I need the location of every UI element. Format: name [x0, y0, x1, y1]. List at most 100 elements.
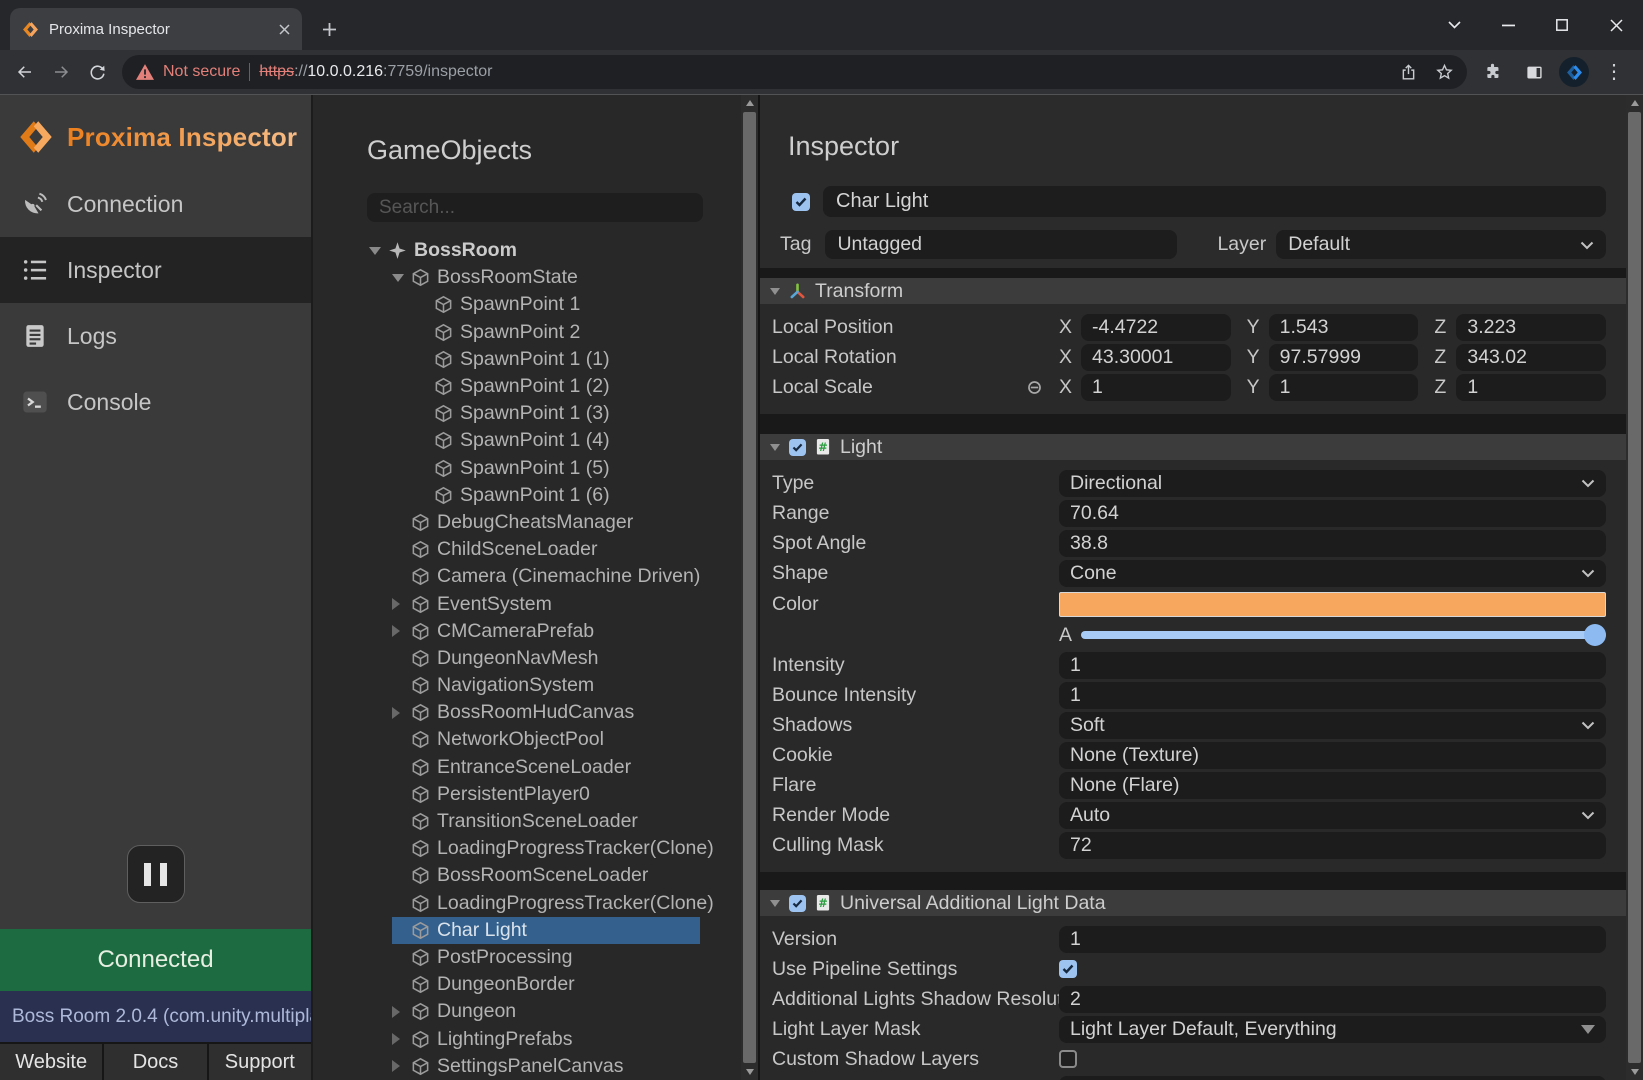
expander-icon[interactable] [392, 625, 409, 637]
tree-item-spawnpoint-1-6[interactable]: SpawnPoint 1 (6) [313, 482, 741, 509]
local-rotation-y-field[interactable]: 97.57999 [1269, 344, 1419, 371]
component-enabled-checkbox[interactable] [789, 439, 806, 456]
new-tab-button[interactable] [312, 12, 346, 46]
transform-section-header[interactable]: Transform [760, 278, 1626, 304]
sidebar-item-connection[interactable]: Connection [0, 171, 311, 237]
tree-item-loadingprogresstracker-clone[interactable]: LoadingProgressTracker(Clone) [313, 835, 741, 862]
expander-icon[interactable] [392, 707, 409, 719]
tree-item-cmcameraprefab[interactable]: CMCameraPrefab [313, 618, 741, 645]
tree-item-bossroom[interactable]: BossRoom [313, 237, 741, 264]
tree-item-spawnpoint-1-4[interactable]: SpawnPoint 1 (4) [313, 427, 741, 454]
color-swatch[interactable] [1059, 592, 1606, 617]
tree-item-bossroomsceneloader[interactable]: BossRoomSceneLoader [313, 862, 741, 889]
expander-icon[interactable] [392, 598, 409, 610]
range-field[interactable]: 70.64 [1059, 500, 1606, 527]
website-link[interactable]: Website [0, 1044, 104, 1080]
bookmark-star-icon[interactable] [1429, 57, 1459, 87]
tree-item-dungeon[interactable]: Dungeon [313, 998, 741, 1025]
tree-item-navigationsystem[interactable]: NavigationSystem [313, 672, 741, 699]
collapse-icon[interactable] [770, 288, 780, 295]
local-scale-z-field[interactable]: 1 [1456, 374, 1606, 401]
render-mode-dropdown[interactable]: Auto [1059, 802, 1606, 829]
alpha-slider[interactable] [1081, 624, 1606, 646]
side-panel-icon[interactable] [1517, 55, 1551, 89]
tree-item-transitionsceneloader[interactable]: TransitionSceneLoader [313, 808, 741, 835]
shadow-layer-mask-dropdown[interactable]: Light Layer Default, Everything [1059, 1076, 1606, 1080]
expander-icon[interactable] [392, 274, 409, 282]
back-icon[interactable] [8, 55, 42, 89]
enabled-checkbox[interactable] [792, 193, 810, 211]
collapse-icon[interactable] [770, 444, 780, 451]
extensions-icon[interactable] [1475, 55, 1509, 89]
url-bar[interactable]: Not secure https://10.0.0.216:7759/inspe… [122, 55, 1467, 89]
tree-item-postprocessing[interactable]: PostProcessing [313, 944, 741, 971]
light-layer-mask-dropdown[interactable]: Light Layer Default, Everything [1059, 1016, 1606, 1043]
culling-mask-field[interactable]: 72 [1059, 832, 1606, 859]
close-window-button[interactable] [1589, 0, 1643, 50]
browser-menu-icon[interactable]: ⋮ [1597, 55, 1631, 89]
tree-item-childsceneloader[interactable]: ChildSceneLoader [313, 536, 741, 563]
maximize-button[interactable] [1535, 0, 1589, 50]
tree-item-lightingprefabs[interactable]: LightingPrefabs [313, 1025, 741, 1052]
scrollbar-thumb[interactable] [743, 112, 756, 1063]
additional-lights-shadow-resoluti-field[interactable]: 2 [1059, 986, 1606, 1013]
tree-item-bossroomhudcanvas[interactable]: BossRoomHudCanvas [313, 699, 741, 726]
reload-icon[interactable] [80, 55, 114, 89]
tree-item-spawnpoint-1[interactable]: SpawnPoint 1 [313, 291, 741, 318]
component-enabled-checkbox[interactable] [789, 895, 806, 912]
browser-tab[interactable]: Proxima Inspector [10, 8, 302, 50]
profile-avatar[interactable] [1559, 57, 1589, 87]
scroll-down-icon[interactable] [741, 1064, 758, 1080]
bounce-intensity-field[interactable]: 1 [1059, 682, 1606, 709]
slider-thumb[interactable] [1584, 624, 1606, 646]
local-scale-y-field[interactable]: 1 [1269, 374, 1419, 401]
inspector-scrollbar[interactable] [1626, 95, 1643, 1080]
expander-icon[interactable] [369, 247, 386, 255]
name-field[interactable]: Char Light [823, 186, 1606, 217]
support-link[interactable]: Support [209, 1044, 311, 1080]
local-rotation-x-field[interactable]: 43.30001 [1081, 344, 1231, 371]
pause-button[interactable] [127, 845, 185, 903]
expander-icon[interactable] [392, 1033, 409, 1045]
shape-dropdown[interactable]: Cone [1059, 560, 1606, 587]
tree-item-spawnpoint-2[interactable]: SpawnPoint 2 [313, 319, 741, 346]
local-position-y-field[interactable]: 1.543 [1269, 314, 1419, 341]
tree-item-persistentplayer0[interactable]: PersistentPlayer0 [313, 781, 741, 808]
intensity-field[interactable]: 1 [1059, 652, 1606, 679]
sidebar-item-inspector[interactable]: Inspector [0, 237, 311, 303]
link-icon[interactable] [1026, 379, 1043, 396]
expander-icon[interactable] [392, 1006, 409, 1018]
local-position-x-field[interactable]: -4.4722 [1081, 314, 1231, 341]
cookie-field[interactable]: None (Texture) [1059, 742, 1606, 769]
tree-item-eventsystem[interactable]: EventSystem [313, 590, 741, 617]
tree-item-settingspanelcanvas[interactable]: SettingsPanelCanvas [313, 1053, 741, 1080]
tab-search-icon[interactable] [1427, 0, 1481, 50]
docs-link[interactable]: Docs [104, 1044, 208, 1080]
universal-section-header[interactable]: # Universal Additional Light Data [760, 890, 1626, 916]
sidebar-item-console[interactable]: Console [0, 369, 311, 435]
tree-item-spawnpoint-1-3[interactable]: SpawnPoint 1 (3) [313, 400, 741, 427]
flare-field[interactable]: None (Flare) [1059, 772, 1606, 799]
local-scale-x-field[interactable]: 1 [1081, 374, 1231, 401]
forward-icon[interactable] [44, 55, 78, 89]
tree-item-dungeonborder[interactable]: DungeonBorder [313, 971, 741, 998]
collapse-icon[interactable] [770, 900, 780, 907]
tree-item-spawnpoint-1-2[interactable]: SpawnPoint 1 (2) [313, 373, 741, 400]
scroll-up-icon[interactable] [1626, 95, 1643, 111]
share-icon[interactable] [1393, 57, 1423, 87]
tree-item-debugcheatsmanager[interactable]: DebugCheatsManager [313, 509, 741, 536]
custom-shadow-layers-checkbox[interactable] [1059, 1050, 1077, 1068]
version-field[interactable]: 1 [1059, 926, 1606, 953]
tree-item-loadingprogresstracker-clone[interactable]: LoadingProgressTracker(Clone) [313, 890, 741, 917]
layer-dropdown[interactable]: Default [1276, 230, 1606, 259]
scroll-up-icon[interactable] [741, 95, 758, 111]
use-pipeline-settings-checkbox[interactable] [1059, 960, 1077, 978]
tab-close-icon[interactable] [279, 24, 290, 35]
tag-field[interactable]: Untagged [825, 230, 1177, 259]
tree-item-camera-cinemachine-driven[interactable]: Camera (Cinemachine Driven) [313, 563, 741, 590]
local-position-z-field[interactable]: 3.223 [1456, 314, 1606, 341]
tree-item-bossroomstate[interactable]: BossRoomState [313, 264, 741, 291]
gameobjects-scrollbar[interactable] [741, 95, 758, 1080]
tree-item-spawnpoint-1-5[interactable]: SpawnPoint 1 (5) [313, 455, 741, 482]
scrollbar-thumb[interactable] [1628, 112, 1641, 1063]
